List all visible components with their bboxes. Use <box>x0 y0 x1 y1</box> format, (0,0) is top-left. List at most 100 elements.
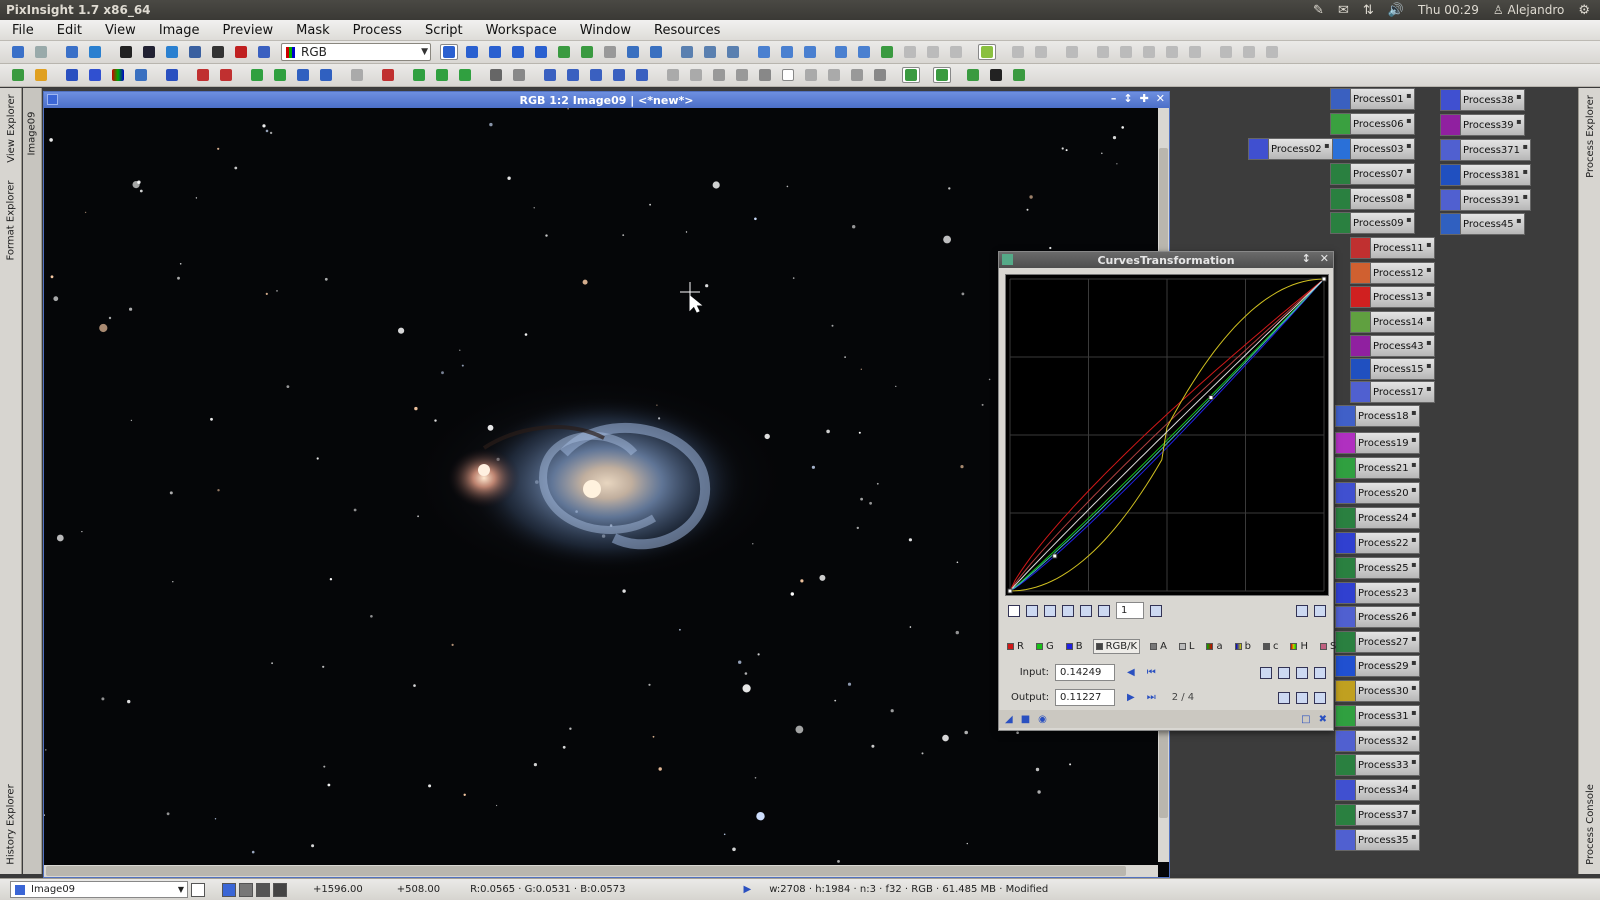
menu-image[interactable]: Image <box>147 23 211 38</box>
zoom-out-icon[interactable] <box>1080 604 1092 617</box>
process-icon-process23[interactable]: Process23 ▪ <box>1335 582 1420 604</box>
preview-button[interactable] <box>578 44 596 60</box>
misc-j-button[interactable] <box>1240 44 1258 60</box>
proc-d-button[interactable] <box>132 67 150 83</box>
misc-h-button[interactable] <box>1186 44 1204 60</box>
status-mode-a[interactable] <box>191 882 205 897</box>
process-icon-process20[interactable]: Process20 ▪ <box>1335 482 1420 504</box>
history-explorer-tab[interactable]: History Explorer <box>0 778 22 870</box>
misc-b-button[interactable] <box>1032 44 1050 60</box>
shade-icon[interactable]: ↕ <box>1123 92 1132 105</box>
view-select[interactable]: RGB ▼ <box>281 43 431 61</box>
curve-graph[interactable] <box>1005 274 1329 596</box>
tool-a-button[interactable] <box>117 44 135 60</box>
geom-c-button[interactable] <box>587 67 605 83</box>
grid-icon[interactable] <box>1314 604 1326 617</box>
window-a-button[interactable] <box>755 44 773 60</box>
show-all-icon[interactable] <box>1296 604 1308 617</box>
reset-icon[interactable]: ✖ <box>1319 714 1327 725</box>
process-icon-process25[interactable]: Process25 ▪ <box>1335 557 1420 579</box>
link-a-button[interactable] <box>678 44 696 60</box>
mask-button[interactable] <box>977 44 996 60</box>
process-icon-process15[interactable]: Process15 ▪ <box>1350 358 1435 380</box>
proc-k-button[interactable] <box>317 67 335 83</box>
zoom-in-button[interactable] <box>532 44 550 60</box>
tool-f-button[interactable] <box>232 44 250 60</box>
channel-l[interactable]: L <box>1177 640 1197 653</box>
process-icon-process371[interactable]: Process371 ▪ <box>1440 139 1532 161</box>
proc-r-button[interactable] <box>510 67 528 83</box>
misc-e-button[interactable] <box>1117 44 1135 60</box>
gray-b-button[interactable] <box>687 67 705 83</box>
process-icon-process09[interactable]: Process09 ▪ <box>1330 212 1415 234</box>
process-icon-process08[interactable]: Process08 ▪ <box>1330 188 1415 210</box>
process-icon-process27[interactable]: Process27 ▪ <box>1335 631 1420 653</box>
proc-m-button[interactable] <box>379 67 397 83</box>
process-icon-process39[interactable]: Process39 ▪ <box>1440 114 1525 136</box>
gray-a-button[interactable] <box>664 67 682 83</box>
process-icon-process391[interactable]: Process391 ▪ <box>1440 189 1532 211</box>
zoom-field[interactable]: 1 <box>1116 602 1144 619</box>
channel-c[interactable]: c <box>1261 640 1281 653</box>
play-icon[interactable]: ▶ <box>744 884 752 895</box>
misc-k-button[interactable] <box>1263 44 1281 60</box>
script-a-button[interactable] <box>9 67 27 83</box>
readout-button[interactable] <box>555 44 573 60</box>
proc-n-button[interactable] <box>410 67 428 83</box>
process-icon-process12[interactable]: Process12 ▪ <box>1350 262 1435 284</box>
close-icon[interactable]: ✕ <box>1156 92 1165 105</box>
misc-d-button[interactable] <box>1094 44 1112 60</box>
mail-icon[interactable]: ✉ <box>1338 3 1349 18</box>
window-c-button[interactable] <box>801 44 819 60</box>
window-h-button[interactable] <box>924 44 942 60</box>
link-b-button[interactable] <box>701 44 719 60</box>
pointer-button[interactable] <box>601 44 619 60</box>
process-icon-process06[interactable]: Process06 ▪ <box>1330 113 1415 135</box>
zoom-out-button[interactable] <box>509 44 527 60</box>
process-icon-process22[interactable]: Process22 ▪ <box>1335 532 1420 554</box>
format-explorer-tab[interactable]: Format Explorer <box>0 174 22 266</box>
reset-curve-icon[interactable] <box>1314 666 1326 679</box>
notes-icon[interactable]: ✎ <box>1313 3 1324 18</box>
output-field[interactable]: 0.11227 <box>1055 689 1115 706</box>
win-a-button[interactable] <box>901 67 920 83</box>
horizontal-scroll-thumb[interactable] <box>46 866 1126 876</box>
misc-a-button[interactable] <box>1009 44 1027 60</box>
window-f-button[interactable] <box>878 44 896 60</box>
misc-i-button[interactable] <box>1217 44 1235 60</box>
tool-b-button[interactable] <box>140 44 158 60</box>
next-point-icon[interactable]: ▶ <box>1127 692 1135 703</box>
process-icon-process07[interactable]: Process07 ▪ <box>1330 163 1415 185</box>
view-identifier-icon[interactable] <box>47 94 58 105</box>
curve-control-point[interactable] <box>1052 553 1058 559</box>
geom-e-button[interactable] <box>633 67 651 83</box>
win-b-button[interactable] <box>932 67 951 83</box>
process-icon-process45[interactable]: Process45 ▪ <box>1440 213 1525 235</box>
process-icon-process03[interactable]: Process03 ▪ <box>1330 138 1415 160</box>
channel-h[interactable]: H <box>1288 640 1310 653</box>
close-icon[interactable]: ✕ <box>1320 252 1329 265</box>
curve-control-point[interactable] <box>1208 395 1214 401</box>
channel-g[interactable]: G <box>1034 640 1056 653</box>
process-explorer-tab[interactable]: Process Explorer <box>1579 88 1600 184</box>
link-c-button[interactable] <box>724 44 742 60</box>
process-icon-process29[interactable]: Process29 ▪ <box>1335 655 1420 677</box>
invert-icon[interactable] <box>1260 666 1272 679</box>
process-icon-process19[interactable]: Process19 ▪ <box>1335 432 1420 454</box>
process-icon-process21[interactable]: Process21 ▪ <box>1335 457 1420 479</box>
menu-file[interactable]: File <box>0 23 45 38</box>
curves-titlebar[interactable]: CurvesTransformation ↕ ✕ <box>999 252 1333 268</box>
process-icon-process30[interactable]: Process30 ▪ <box>1335 680 1420 702</box>
misc-f-button[interactable] <box>1140 44 1158 60</box>
channel-a-star[interactable]: a <box>1204 640 1224 653</box>
status-mode-d[interactable] <box>256 882 270 897</box>
process-icon-process31[interactable]: Process31 ▪ <box>1335 705 1420 727</box>
interp-linear-icon[interactable] <box>1314 691 1326 704</box>
channel-r[interactable]: R <box>1005 640 1026 653</box>
last-point-icon[interactable]: ⏭ <box>1147 692 1156 703</box>
mirror-icon[interactable] <box>1278 666 1290 679</box>
process-icon-process33[interactable]: Process33 ▪ <box>1335 754 1420 776</box>
process-icon-process37[interactable]: Process37 ▪ <box>1335 804 1420 826</box>
menu-window[interactable]: Window <box>568 23 642 38</box>
menu-preview[interactable]: Preview <box>211 23 285 38</box>
